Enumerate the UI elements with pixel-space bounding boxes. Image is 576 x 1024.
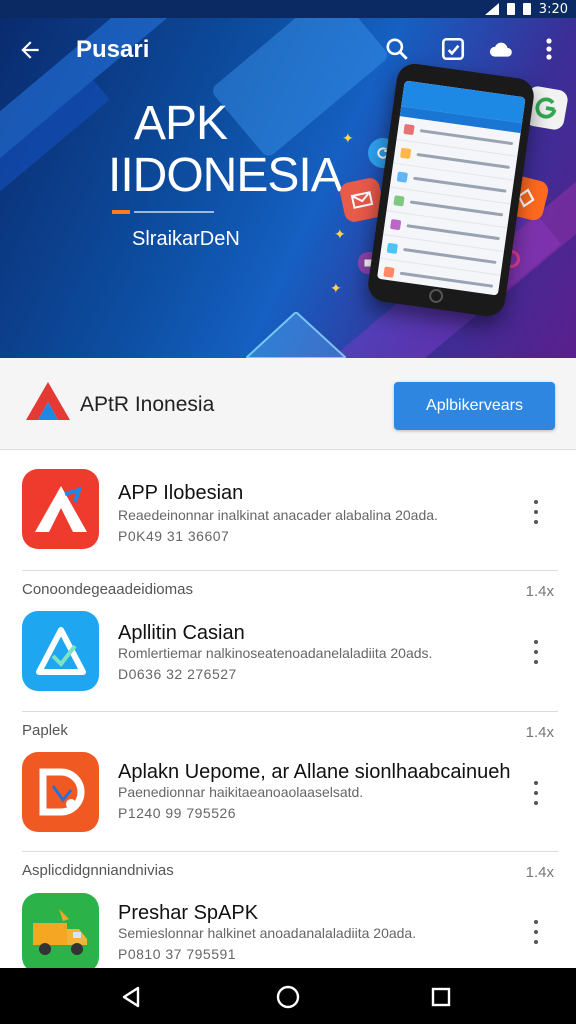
status-bar: 3:20 bbox=[0, 0, 576, 18]
item-more-button[interactable] bbox=[530, 640, 542, 664]
item-description: Paenedionnar haikitaeanoaolaaselsatd. bbox=[118, 784, 364, 800]
sim-icon bbox=[522, 3, 531, 15]
truck-icon bbox=[32, 909, 87, 955]
item-title: Preshar SpAPK bbox=[118, 902, 259, 924]
cloud-button[interactable] bbox=[486, 34, 516, 64]
list-item[interactable]: APP Ilobesian Reaedeinonnar inalkinat an… bbox=[0, 450, 576, 570]
app-icon-1 bbox=[22, 469, 99, 549]
system-nav-bar bbox=[0, 968, 576, 1024]
list-divider bbox=[22, 851, 558, 852]
app-icon-3 bbox=[22, 752, 99, 832]
recents-square-icon bbox=[431, 987, 451, 1007]
back-arrow-icon bbox=[21, 41, 39, 59]
app-name: APtR Inonesia bbox=[80, 393, 215, 416]
item-more-button[interactable] bbox=[530, 781, 542, 805]
item-meta: P0K49 31 36607 bbox=[118, 528, 230, 544]
search-button[interactable] bbox=[382, 34, 412, 64]
app-header: APtR Inonesia Aplbikervears bbox=[0, 358, 576, 450]
phone-home-button bbox=[428, 288, 445, 304]
status-time: 3:20 bbox=[538, 1, 568, 17]
sparkle-icon: ✦ bbox=[334, 226, 346, 242]
more-options-button[interactable] bbox=[534, 34, 564, 64]
item-description: Romlertiemar nalkinoseatenoadanelaladiit… bbox=[118, 645, 433, 661]
status-icons: 3:20 bbox=[484, 0, 568, 18]
nav-back-button[interactable] bbox=[116, 982, 146, 1012]
hero-toolbar: Pusari bbox=[0, 18, 576, 80]
app-icon-2 bbox=[22, 611, 99, 691]
item-description: Semieslonnar halkinet anoadanalaladiita … bbox=[118, 925, 417, 941]
triangle-a-icon bbox=[35, 627, 86, 675]
sparkle-icon: ✦ bbox=[330, 280, 342, 296]
primary-action-button[interactable]: Aplbikervears bbox=[394, 382, 555, 430]
battery-icon bbox=[506, 3, 515, 15]
nav-recents-button[interactable] bbox=[426, 982, 456, 1012]
screen: 3:20 Pusari APK IIDONESIA SlraikarDeN ✦ … bbox=[0, 0, 576, 1024]
list-divider bbox=[22, 570, 558, 571]
share-icon bbox=[441, 37, 465, 61]
more-vert-icon bbox=[546, 38, 552, 60]
hero-title-line1: APK bbox=[134, 97, 228, 150]
item-more-button[interactable] bbox=[530, 500, 542, 524]
list-item[interactable]: Apllitin Casian Romlertiemar nalkinoseat… bbox=[0, 592, 576, 712]
item-description: Reaedeinonnar inalkinat anacader alabali… bbox=[118, 507, 438, 523]
phone-screen bbox=[376, 80, 526, 296]
list-item[interactable]: Aplakn Uepome, ar Allane sionlhaabcainue… bbox=[0, 733, 576, 853]
app-icon-4 bbox=[22, 893, 99, 968]
hero-title: APK IIDONESIA bbox=[108, 97, 343, 202]
home-circle-icon bbox=[276, 985, 300, 1009]
stylized-a-icon bbox=[34, 486, 87, 532]
back-triangle-icon bbox=[122, 986, 140, 1008]
sparkle-icon: ✦ bbox=[342, 130, 354, 146]
item-meta: D0636 32 276527 bbox=[118, 666, 237, 682]
divider-dash bbox=[134, 211, 214, 213]
hero-banner: Pusari APK IIDONESIA SlraikarDeN ✦ ✦ ✦ bbox=[0, 18, 576, 358]
item-meta: P0810 37 795591 bbox=[118, 946, 237, 962]
item-title: Apllitin Casian bbox=[118, 622, 245, 644]
accent-dash bbox=[112, 210, 130, 214]
item-more-button[interactable] bbox=[530, 920, 542, 944]
list-item[interactable]: Preshar SpAPK Semieslonnar halkinet anoa… bbox=[0, 874, 576, 968]
cloud-icon bbox=[489, 42, 512, 57]
item-title: Aplakn Uepome, ar Allane sionlhaabcainue… bbox=[118, 761, 511, 783]
stylized-d-icon bbox=[39, 768, 84, 816]
app-logo-icon bbox=[26, 382, 70, 420]
hero-title-line2: IIDONESIA bbox=[108, 149, 343, 202]
triangle-decoration bbox=[246, 312, 346, 358]
nav-home-button[interactable] bbox=[273, 982, 303, 1012]
list-divider bbox=[22, 711, 558, 712]
toolbar-title: Pusari bbox=[76, 36, 150, 63]
search-icon bbox=[386, 38, 408, 60]
hero-subtitle: SlraikarDeN bbox=[132, 228, 240, 250]
item-meta: P1240 99 795526 bbox=[118, 805, 237, 821]
share-button[interactable] bbox=[438, 34, 468, 64]
item-title: APP Ilobesian bbox=[118, 482, 244, 504]
back-button[interactable] bbox=[14, 34, 46, 66]
signal-icon bbox=[484, 3, 499, 15]
